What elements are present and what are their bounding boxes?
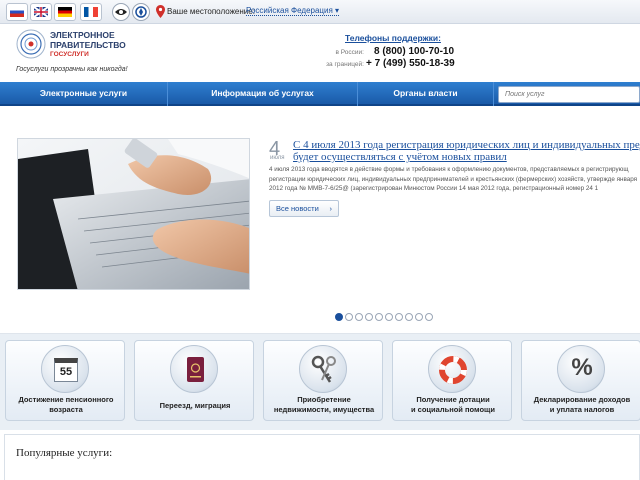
tile-label-line-1: Достижение пенсионного: [18, 395, 114, 404]
tile-label-line-2: и социальной помощи: [410, 405, 495, 414]
slider-dot[interactable]: [335, 313, 343, 321]
tile-label: Получение дотации и социальной помощи: [393, 395, 513, 415]
chevron-down-icon: ▾: [335, 6, 340, 15]
location-pin-icon: [156, 5, 165, 18]
fr-flag-button[interactable]: [80, 3, 102, 21]
tile-taxes[interactable]: % Декларирование доходов и уплата налого…: [521, 340, 640, 421]
tile-label: Достижение пенсионного возраста: [6, 395, 126, 415]
calendar-icon: 55: [41, 345, 89, 393]
tile-label: Приобретение недвижимости, имущества: [264, 395, 384, 415]
keys-icon: [299, 345, 347, 393]
tile-label-line-2: недвижимости, имущества: [273, 405, 375, 414]
main-nav: Электронные услуги Информация об услугах…: [0, 82, 640, 106]
tile-label-line-1: Приобретение: [297, 395, 351, 404]
slider-dot[interactable]: [405, 313, 413, 321]
phone-label-russia: в России:: [335, 49, 365, 56]
laptop-hands-image: [18, 139, 249, 289]
tile-property[interactable]: Приобретение недвижимости, имущества: [263, 340, 383, 421]
tile-label-line-1: Получение дотации: [416, 395, 490, 404]
phone-number-russia: 8 (800) 100-70-10: [374, 46, 455, 57]
news-headline-line-2: будет осуществляться с учётом новых прав…: [293, 151, 507, 163]
logo-subtitle: ГОСУСЛУГИ: [50, 51, 89, 58]
chevron-right-icon: ›: [329, 204, 333, 213]
slider-dot[interactable]: [355, 313, 363, 321]
news-headline-link[interactable]: С 4 июля 2013 года регистрация юридическ…: [293, 139, 640, 163]
slider-dot[interactable]: [415, 313, 423, 321]
news-date-month: июля: [270, 155, 285, 161]
tile-pension-age[interactable]: 55 Достижение пенсионного возраста: [5, 340, 125, 421]
lifebuoy-icon: [428, 345, 476, 393]
news-image[interactable]: [17, 138, 250, 290]
slider-dot[interactable]: [375, 313, 383, 321]
slider-dot[interactable]: [345, 313, 353, 321]
de-flag-icon: [58, 7, 72, 17]
top-bar: Ваше местоположение: Российская Федераци…: [0, 0, 640, 24]
slogan: Госуслуги прозрачны как никогда!: [16, 66, 128, 73]
ru-flag-button[interactable]: [6, 3, 28, 21]
tile-label-line-2: возраста: [49, 405, 83, 414]
nav-electronic-services[interactable]: Электронные услуги: [0, 82, 168, 106]
tile-label: Переезд, миграция: [135, 401, 255, 411]
tile-social-aid[interactable]: Получение дотации и социальной помощи: [392, 340, 512, 421]
uk-flag-icon: [34, 7, 48, 17]
location-label: Ваше местоположение:: [167, 7, 255, 16]
calendar-page: 55: [54, 358, 78, 382]
location-value: Российская Федерация: [246, 6, 333, 15]
support-phones-link[interactable]: Телефоны поддержки:: [345, 33, 441, 43]
percent-icon: %: [557, 345, 605, 393]
location-selector[interactable]: Российская Федерация ▾: [246, 6, 340, 16]
ru-flag-icon: [10, 7, 24, 17]
phone-number-abroad: + 7 (499) 550-18-39: [366, 58, 455, 69]
slider-dot[interactable]: [365, 313, 373, 321]
tile-label: Декларирование доходов и уплата налогов: [522, 395, 640, 415]
slider-dot[interactable]: [425, 313, 433, 321]
all-news-button[interactable]: Все новости ›: [269, 200, 339, 217]
nav-authorities[interactable]: Органы власти: [358, 82, 494, 106]
popular-services-title: Популярные услуги:: [16, 447, 113, 459]
de-flag-button[interactable]: [54, 3, 76, 21]
compass-icon[interactable]: [132, 3, 150, 21]
tile-label-line-2: и уплата налогов: [549, 405, 615, 414]
gosuslugi-logo-icon[interactable]: [16, 29, 46, 59]
accessibility-eye-icon[interactable]: [112, 3, 130, 21]
slider-dot[interactable]: [395, 313, 403, 321]
all-news-label: Все новости: [276, 204, 319, 213]
phone-label-abroad: за границей:: [326, 61, 364, 68]
logo-title[interactable]: ЭЛЕКТРОННОЕ ПРАВИТЕЛЬСТВО: [50, 30, 130, 50]
tile-label-line-1: Декларирование доходов: [533, 395, 631, 404]
news-summary: 4 июля 2013 года вводятся в действие фор…: [269, 166, 638, 192]
search-input[interactable]: [498, 86, 640, 103]
fr-flag-icon: [84, 7, 98, 17]
nav-services-info[interactable]: Информация об услугах: [168, 82, 358, 106]
percent-glyph: %: [571, 354, 593, 381]
tile-relocation[interactable]: Переезд, миграция: [134, 340, 254, 421]
tile-label-line-1: Переезд, миграция: [159, 401, 231, 410]
news-headline-line-1: С 4 июля 2013 года регистрация юридическ…: [293, 139, 640, 151]
uk-flag-button[interactable]: [30, 3, 52, 21]
passport-icon: [170, 345, 218, 393]
slider-dot[interactable]: [385, 313, 393, 321]
